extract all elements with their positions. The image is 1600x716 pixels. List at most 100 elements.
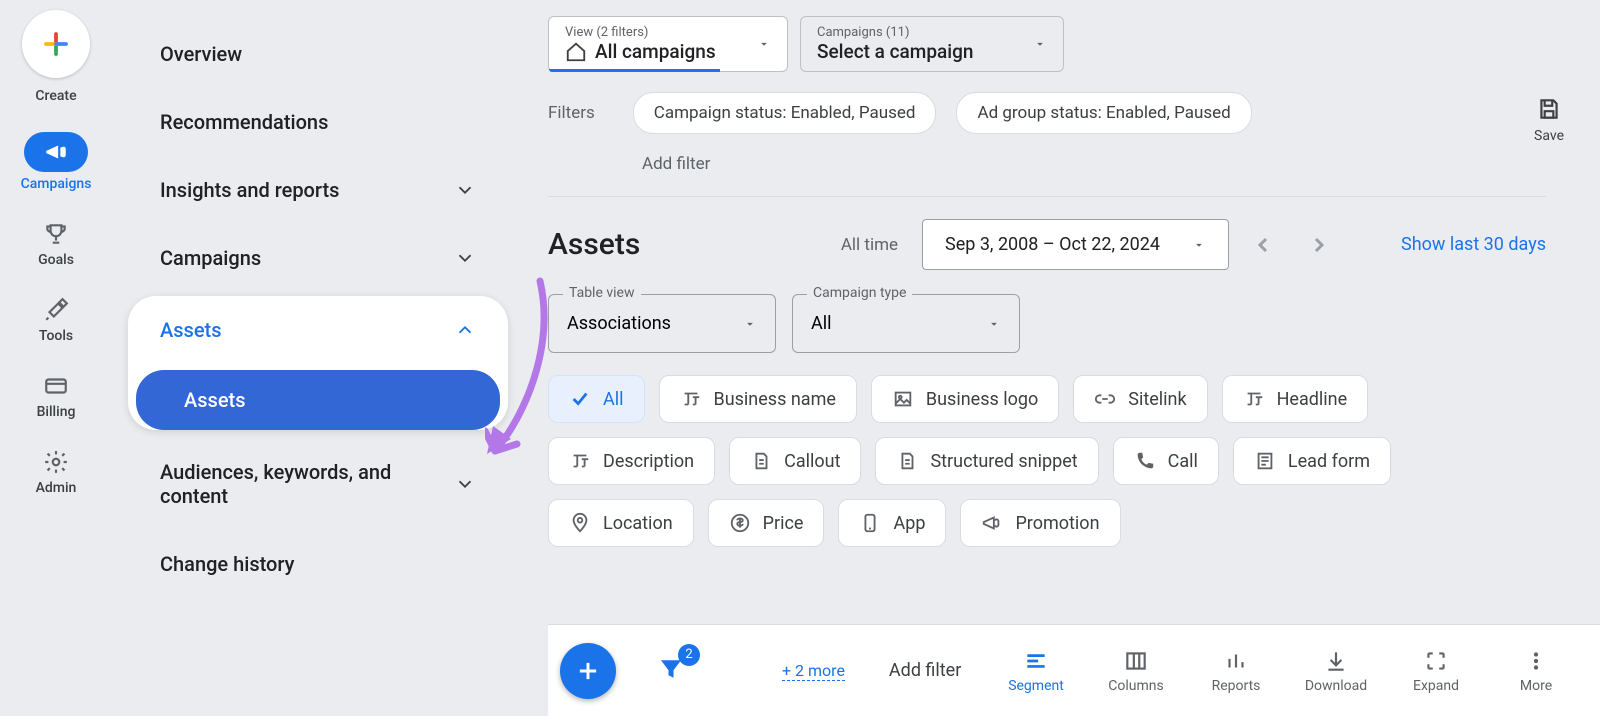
asset-chip-label: Headline <box>1277 389 1348 410</box>
date-prev-button[interactable] <box>1241 223 1285 267</box>
sidebar-assets-card: Assets Assets <box>128 296 508 430</box>
sidebar-item-recommendations[interactable]: Recommendations <box>128 88 508 156</box>
asset-chip-call[interactable]: Call <box>1113 437 1219 485</box>
home-icon <box>565 41 587 63</box>
view-dropdown-caption: View (2 filters) <box>565 25 716 40</box>
filter-button[interactable]: 2 <box>656 654 686 688</box>
asset-chip-callout[interactable]: Callout <box>729 437 861 485</box>
asset-chip-all[interactable]: All <box>548 375 645 423</box>
sidebar-item-label: Overview <box>160 42 242 66</box>
campaign-type-value: All <box>811 313 832 334</box>
asset-chip-promotion[interactable]: Promotion <box>960 499 1120 547</box>
asset-chip-price[interactable]: Price <box>708 499 825 547</box>
toolbar-columns[interactable]: Columns <box>1100 648 1172 694</box>
left-rail: Create Campaigns Goals Tools Billing Adm… <box>0 0 112 716</box>
chevron-left-icon <box>1251 233 1275 257</box>
filter-chip[interactable]: Ad group status: Enabled, Paused <box>956 92 1251 134</box>
form-icon <box>1254 450 1276 472</box>
sidebar-sub-label: Assets <box>184 388 246 412</box>
rail-item-campaigns[interactable]: Campaigns <box>21 132 92 192</box>
rail-item-tools[interactable]: Tools <box>39 296 73 344</box>
columns-icon <box>1123 648 1149 674</box>
asset-chip-description[interactable]: Description <box>548 437 715 485</box>
image-icon <box>892 388 914 410</box>
toolbar-label: Reports <box>1212 678 1261 694</box>
toolbar-label: Expand <box>1413 678 1459 694</box>
chevron-down-icon <box>454 179 476 201</box>
download-icon <box>1323 648 1349 674</box>
asset-chip-headline[interactable]: Headline <box>1222 375 1369 423</box>
add-filter-toolbar[interactable]: Add filter <box>889 660 961 681</box>
text-icon <box>569 450 591 472</box>
asset-chip-lead-form[interactable]: Lead form <box>1233 437 1391 485</box>
asset-chip-label: Lead form <box>1288 451 1370 472</box>
rail-label: Admin <box>36 480 77 496</box>
sidebar-item-overview[interactable]: Overview <box>128 20 508 88</box>
view-dropdown-value: All campaigns <box>565 40 716 63</box>
caret-down-icon <box>743 317 757 331</box>
asset-chip-label: Business name <box>714 389 836 410</box>
text-icon <box>1243 388 1265 410</box>
date-range-value: Sep 3, 2008 – Oct 22, 2024 <box>945 234 1160 255</box>
campaign-dropdown[interactable]: Campaigns (11) Select a campaign <box>800 16 1064 72</box>
plus-icon <box>574 657 602 685</box>
sidebar-item-audiences[interactable]: Audiences, keywords, and content <box>128 438 508 530</box>
filter-chip[interactable]: Campaign status: Enabled, Paused <box>633 92 937 134</box>
campaign-type-selector[interactable]: Campaign type All <box>792 294 1020 353</box>
sidebar-item-insights[interactable]: Insights and reports <box>128 156 508 224</box>
plus-multicolor-icon <box>41 29 71 59</box>
create-label: Create <box>35 88 76 104</box>
campaign-dropdown-caption: Campaigns (11) <box>817 25 973 40</box>
view-dropdown[interactable]: View (2 filters) All campaigns <box>548 16 788 72</box>
asset-chip-location[interactable]: Location <box>548 499 694 547</box>
add-fab[interactable] <box>560 643 616 699</box>
sidebar-item-assets[interactable]: Assets <box>128 296 508 364</box>
save-button[interactable]: Save <box>1534 96 1564 144</box>
gear-icon <box>42 448 70 476</box>
caret-down-icon <box>1192 238 1206 252</box>
add-filter-button[interactable]: Add filter <box>642 154 1600 174</box>
show-last-30-days-link[interactable]: Show last 30 days <box>1401 234 1546 255</box>
link-icon <box>1094 388 1116 410</box>
asset-chip-app[interactable]: App <box>838 499 946 547</box>
chevron-right-icon <box>1307 233 1331 257</box>
toolbar-reports[interactable]: Reports <box>1200 648 1272 694</box>
asset-chip-sitelink[interactable]: Sitelink <box>1073 375 1207 423</box>
table-view-selector[interactable]: Table view Associations <box>548 294 776 353</box>
tools-icon <box>42 296 70 324</box>
date-next-button[interactable] <box>1297 223 1341 267</box>
price-icon <box>729 512 751 534</box>
save-label: Save <box>1534 128 1564 144</box>
sidebar-item-campaigns[interactable]: Campaigns <box>128 224 508 292</box>
table-view-legend: Table view <box>563 285 641 301</box>
toolbar-download[interactable]: Download <box>1300 648 1372 694</box>
asset-chip-business-logo[interactable]: Business logo <box>871 375 1059 423</box>
asset-chip-business-name[interactable]: Business name <box>659 375 857 423</box>
more-filters-link[interactable]: + 2 more <box>782 661 845 681</box>
sidebar-sub-assets[interactable]: Assets <box>136 370 500 430</box>
rail-item-goals[interactable]: Goals <box>38 220 74 268</box>
asset-chip-label: All <box>603 389 624 410</box>
trophy-icon <box>42 220 70 248</box>
rail-item-admin[interactable]: Admin <box>36 448 77 496</box>
app-icon <box>859 512 881 534</box>
text-icon <box>680 388 702 410</box>
date-range-selector[interactable]: Sep 3, 2008 – Oct 22, 2024 <box>922 219 1229 270</box>
toolbar-more[interactable]: More <box>1500 648 1572 694</box>
toolbar-segment[interactable]: Segment <box>1000 648 1072 694</box>
table-view-value: Associations <box>567 313 671 334</box>
divider <box>548 196 1546 197</box>
toolbar-expand[interactable]: Expand <box>1400 648 1472 694</box>
asset-chip-label: App <box>893 513 925 534</box>
sidebar-item-change-history[interactable]: Change history <box>128 530 508 598</box>
asset-chip-label: Sitelink <box>1128 389 1186 410</box>
sidebar-item-label: Campaigns <box>160 246 261 270</box>
caret-down-icon <box>757 37 771 51</box>
more-vertical-icon <box>1523 648 1549 674</box>
asset-chip-label: Promotion <box>1015 513 1099 534</box>
asset-chip-structured-snippet[interactable]: Structured snippet <box>875 437 1098 485</box>
create-button[interactable] <box>22 10 90 78</box>
asset-chip-label: Call <box>1168 451 1198 472</box>
page-header-row: Assets All time Sep 3, 2008 – Oct 22, 20… <box>548 219 1600 270</box>
rail-item-billing[interactable]: Billing <box>37 372 76 420</box>
